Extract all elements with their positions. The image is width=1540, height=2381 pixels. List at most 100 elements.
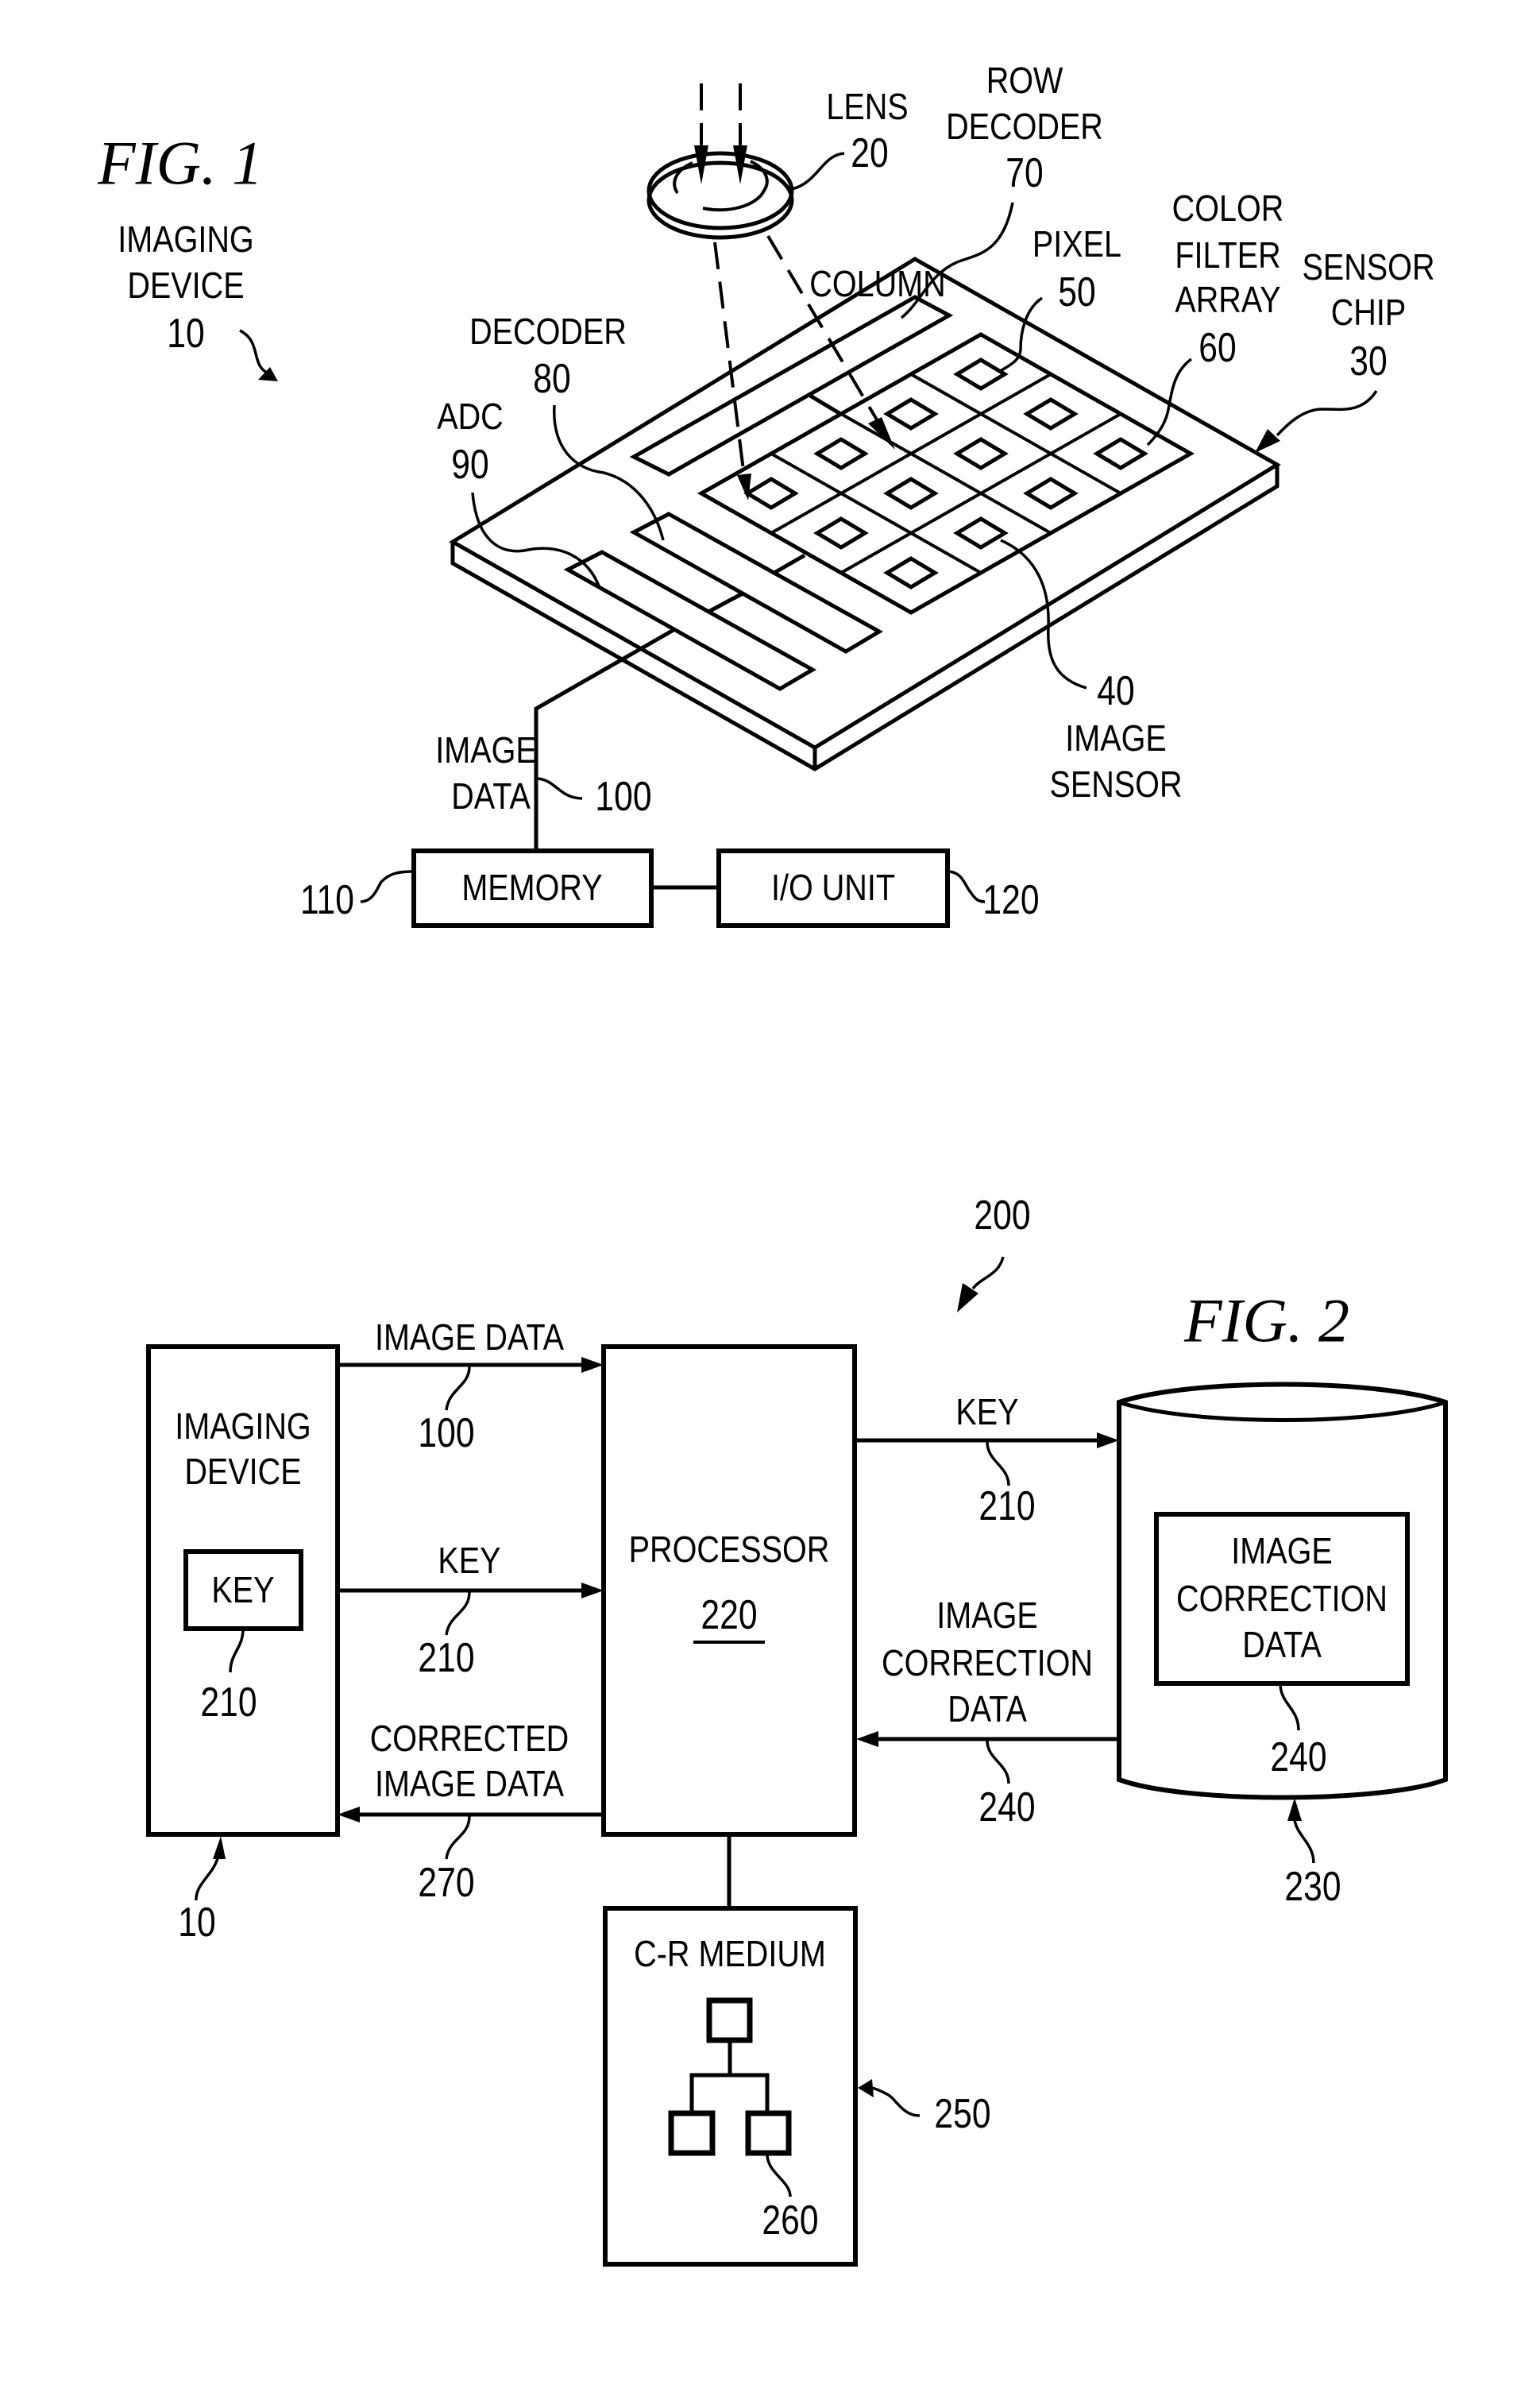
pixel bbox=[953, 358, 1009, 391]
fig1-imaging-device-ref: 10 bbox=[167, 311, 204, 357]
pixel bbox=[883, 397, 939, 431]
image-data-arrow-ref: 100 bbox=[418, 1410, 474, 1456]
key-to-database-label: KEY bbox=[955, 1392, 1018, 1432]
row-decoder-label-line1: ROW bbox=[986, 60, 1063, 101]
db-inner-label-line2: CORRECTION bbox=[1176, 1579, 1388, 1619]
cr-medium-ref: 250 bbox=[934, 2091, 990, 2137]
corrected-label-line2: IMAGE DATA bbox=[375, 1764, 564, 1804]
corrected-ref: 270 bbox=[418, 1860, 474, 1906]
system-ref-arrow bbox=[957, 1256, 1005, 1312]
image-data-label-line1: IMAGE bbox=[435, 730, 536, 771]
io-unit-label: I/O UNIT bbox=[771, 868, 895, 908]
lens bbox=[646, 151, 794, 240]
key-to-processor-ref: 210 bbox=[418, 1635, 474, 1681]
correction-label-line1: IMAGE bbox=[936, 1595, 1037, 1636]
image-sensor-label-line1: IMAGE bbox=[1065, 718, 1166, 759]
column-decoder-connector bbox=[771, 553, 806, 576]
lens-leader bbox=[791, 152, 845, 191]
processor-label: PROCESSOR bbox=[629, 1529, 830, 1570]
cr-medium-label: C-R MEDIUM bbox=[634, 1934, 826, 1974]
memory-ref: 110 bbox=[300, 877, 354, 923]
key-block-label: KEY bbox=[211, 1570, 274, 1610]
fig1-imaging-device-label-line2: DEVICE bbox=[127, 265, 244, 306]
pixel bbox=[743, 477, 799, 510]
row-decoder-connector bbox=[809, 393, 843, 417]
imaging-device-ref-arrow bbox=[195, 1836, 226, 1901]
pixel bbox=[953, 437, 1009, 470]
fig1-title: FIG. 1 bbox=[97, 129, 263, 198]
cfa-grid-line bbox=[840, 412, 1052, 535]
lens-ref: 20 bbox=[851, 130, 888, 176]
fig1-imaging-device-label-line1: IMAGING bbox=[118, 219, 253, 260]
image-data-label-line2: DATA bbox=[451, 776, 531, 817]
image-sensor-label-line2: SENSOR bbox=[1049, 764, 1182, 805]
pixel bbox=[1093, 437, 1148, 470]
fig2-title: FIG. 2 bbox=[1183, 1286, 1349, 1355]
cfa-label-line2: FILTER bbox=[1175, 235, 1280, 276]
sensor-chip-ref: 30 bbox=[1349, 338, 1387, 385]
database-ref-arrow bbox=[1287, 1798, 1315, 1864]
sensor-chip-label-line2: CHIP bbox=[1331, 292, 1407, 333]
io-unit-ref: 120 bbox=[982, 877, 1039, 923]
cfa-label-line1: COLOR bbox=[1172, 188, 1284, 229]
adc-ref: 90 bbox=[451, 442, 488, 488]
column-decoder-ref: 80 bbox=[533, 356, 570, 402]
sensor-chip-label-line1: SENSOR bbox=[1302, 247, 1434, 288]
memory-label: MEMORY bbox=[461, 868, 602, 908]
image-data-ref: 100 bbox=[595, 774, 651, 820]
sensor-chip-ref-arrow bbox=[1255, 390, 1378, 453]
adc-leader bbox=[471, 492, 601, 589]
db-inner-ref: 240 bbox=[1270, 1734, 1326, 1780]
corrected-label-line1: CORRECTED bbox=[370, 1718, 569, 1759]
adc-label: ADC bbox=[437, 396, 504, 437]
pixel bbox=[813, 437, 869, 470]
imaging-device-ref: 10 bbox=[178, 1900, 215, 1946]
image-sensor-ref: 40 bbox=[1097, 668, 1134, 714]
pixel bbox=[1023, 397, 1079, 431]
figure-1: FIG. 1 IMAGING DEVICE 10 LENS 20 ROW DEC… bbox=[97, 60, 1435, 928]
pixel bbox=[813, 516, 869, 550]
key-to-database-ref: 210 bbox=[978, 1483, 1035, 1529]
db-inner-label-line3: DATA bbox=[1242, 1625, 1322, 1665]
corrected-image-data-arrow[interactable] bbox=[338, 1807, 604, 1822]
pixel bbox=[883, 477, 939, 510]
cfa-ref: 60 bbox=[1198, 325, 1236, 371]
pixel-ref: 50 bbox=[1058, 269, 1095, 315]
column-decoder-label-line2: DECODER bbox=[469, 311, 627, 352]
image-data-arrow-label: IMAGE DATA bbox=[375, 1317, 564, 1358]
key-to-database-leader bbox=[986, 1441, 1010, 1486]
adc-connector bbox=[707, 591, 744, 614]
correction-ref: 240 bbox=[978, 1784, 1035, 1830]
cfa-grid-line bbox=[910, 373, 1121, 495]
processor-block bbox=[601, 1344, 857, 1837]
column-decoder-label-line1: COLUMN bbox=[809, 264, 945, 304]
column-decoder-leader bbox=[553, 404, 665, 541]
db-inner-label-line1: IMAGE bbox=[1231, 1531, 1332, 1571]
row-decoder-ref: 70 bbox=[1005, 150, 1043, 196]
image-data-leader bbox=[537, 777, 583, 800]
memory-leader bbox=[360, 870, 414, 903]
cfa-label-line3: ARRAY bbox=[1175, 280, 1280, 320]
system-ref: 200 bbox=[974, 1192, 1030, 1239]
image-data-arrow-leader bbox=[445, 1366, 471, 1411]
imaging-device-label-line1: IMAGING bbox=[175, 1406, 311, 1447]
io-unit-leader bbox=[947, 870, 986, 903]
row-decoder-label-line2: DECODER bbox=[946, 106, 1103, 147]
processor-ref: 220 bbox=[701, 1592, 757, 1638]
lens-label: LENS bbox=[826, 87, 908, 127]
incoming-light-rays bbox=[694, 83, 747, 184]
corrected-leader bbox=[445, 1815, 471, 1860]
pixel bbox=[1023, 477, 1079, 510]
pixel bbox=[953, 516, 1009, 550]
image-data-arrow[interactable] bbox=[338, 1357, 604, 1373]
key-block-ref: 210 bbox=[200, 1679, 257, 1726]
image-sensor-leader bbox=[1000, 539, 1087, 690]
key-to-processor-arrow[interactable] bbox=[338, 1583, 604, 1598]
cr-medium-ref-arrow bbox=[858, 2079, 921, 2117]
correction-label-line2: CORRECTION bbox=[882, 1643, 1093, 1683]
fig1-ref-arrow-10 bbox=[239, 329, 278, 381]
key-to-processor-label: KEY bbox=[438, 1540, 500, 1581]
program-ref: 260 bbox=[762, 2197, 818, 2244]
correction-leader bbox=[986, 1740, 1010, 1784]
key-to-processor-leader bbox=[445, 1591, 471, 1636]
